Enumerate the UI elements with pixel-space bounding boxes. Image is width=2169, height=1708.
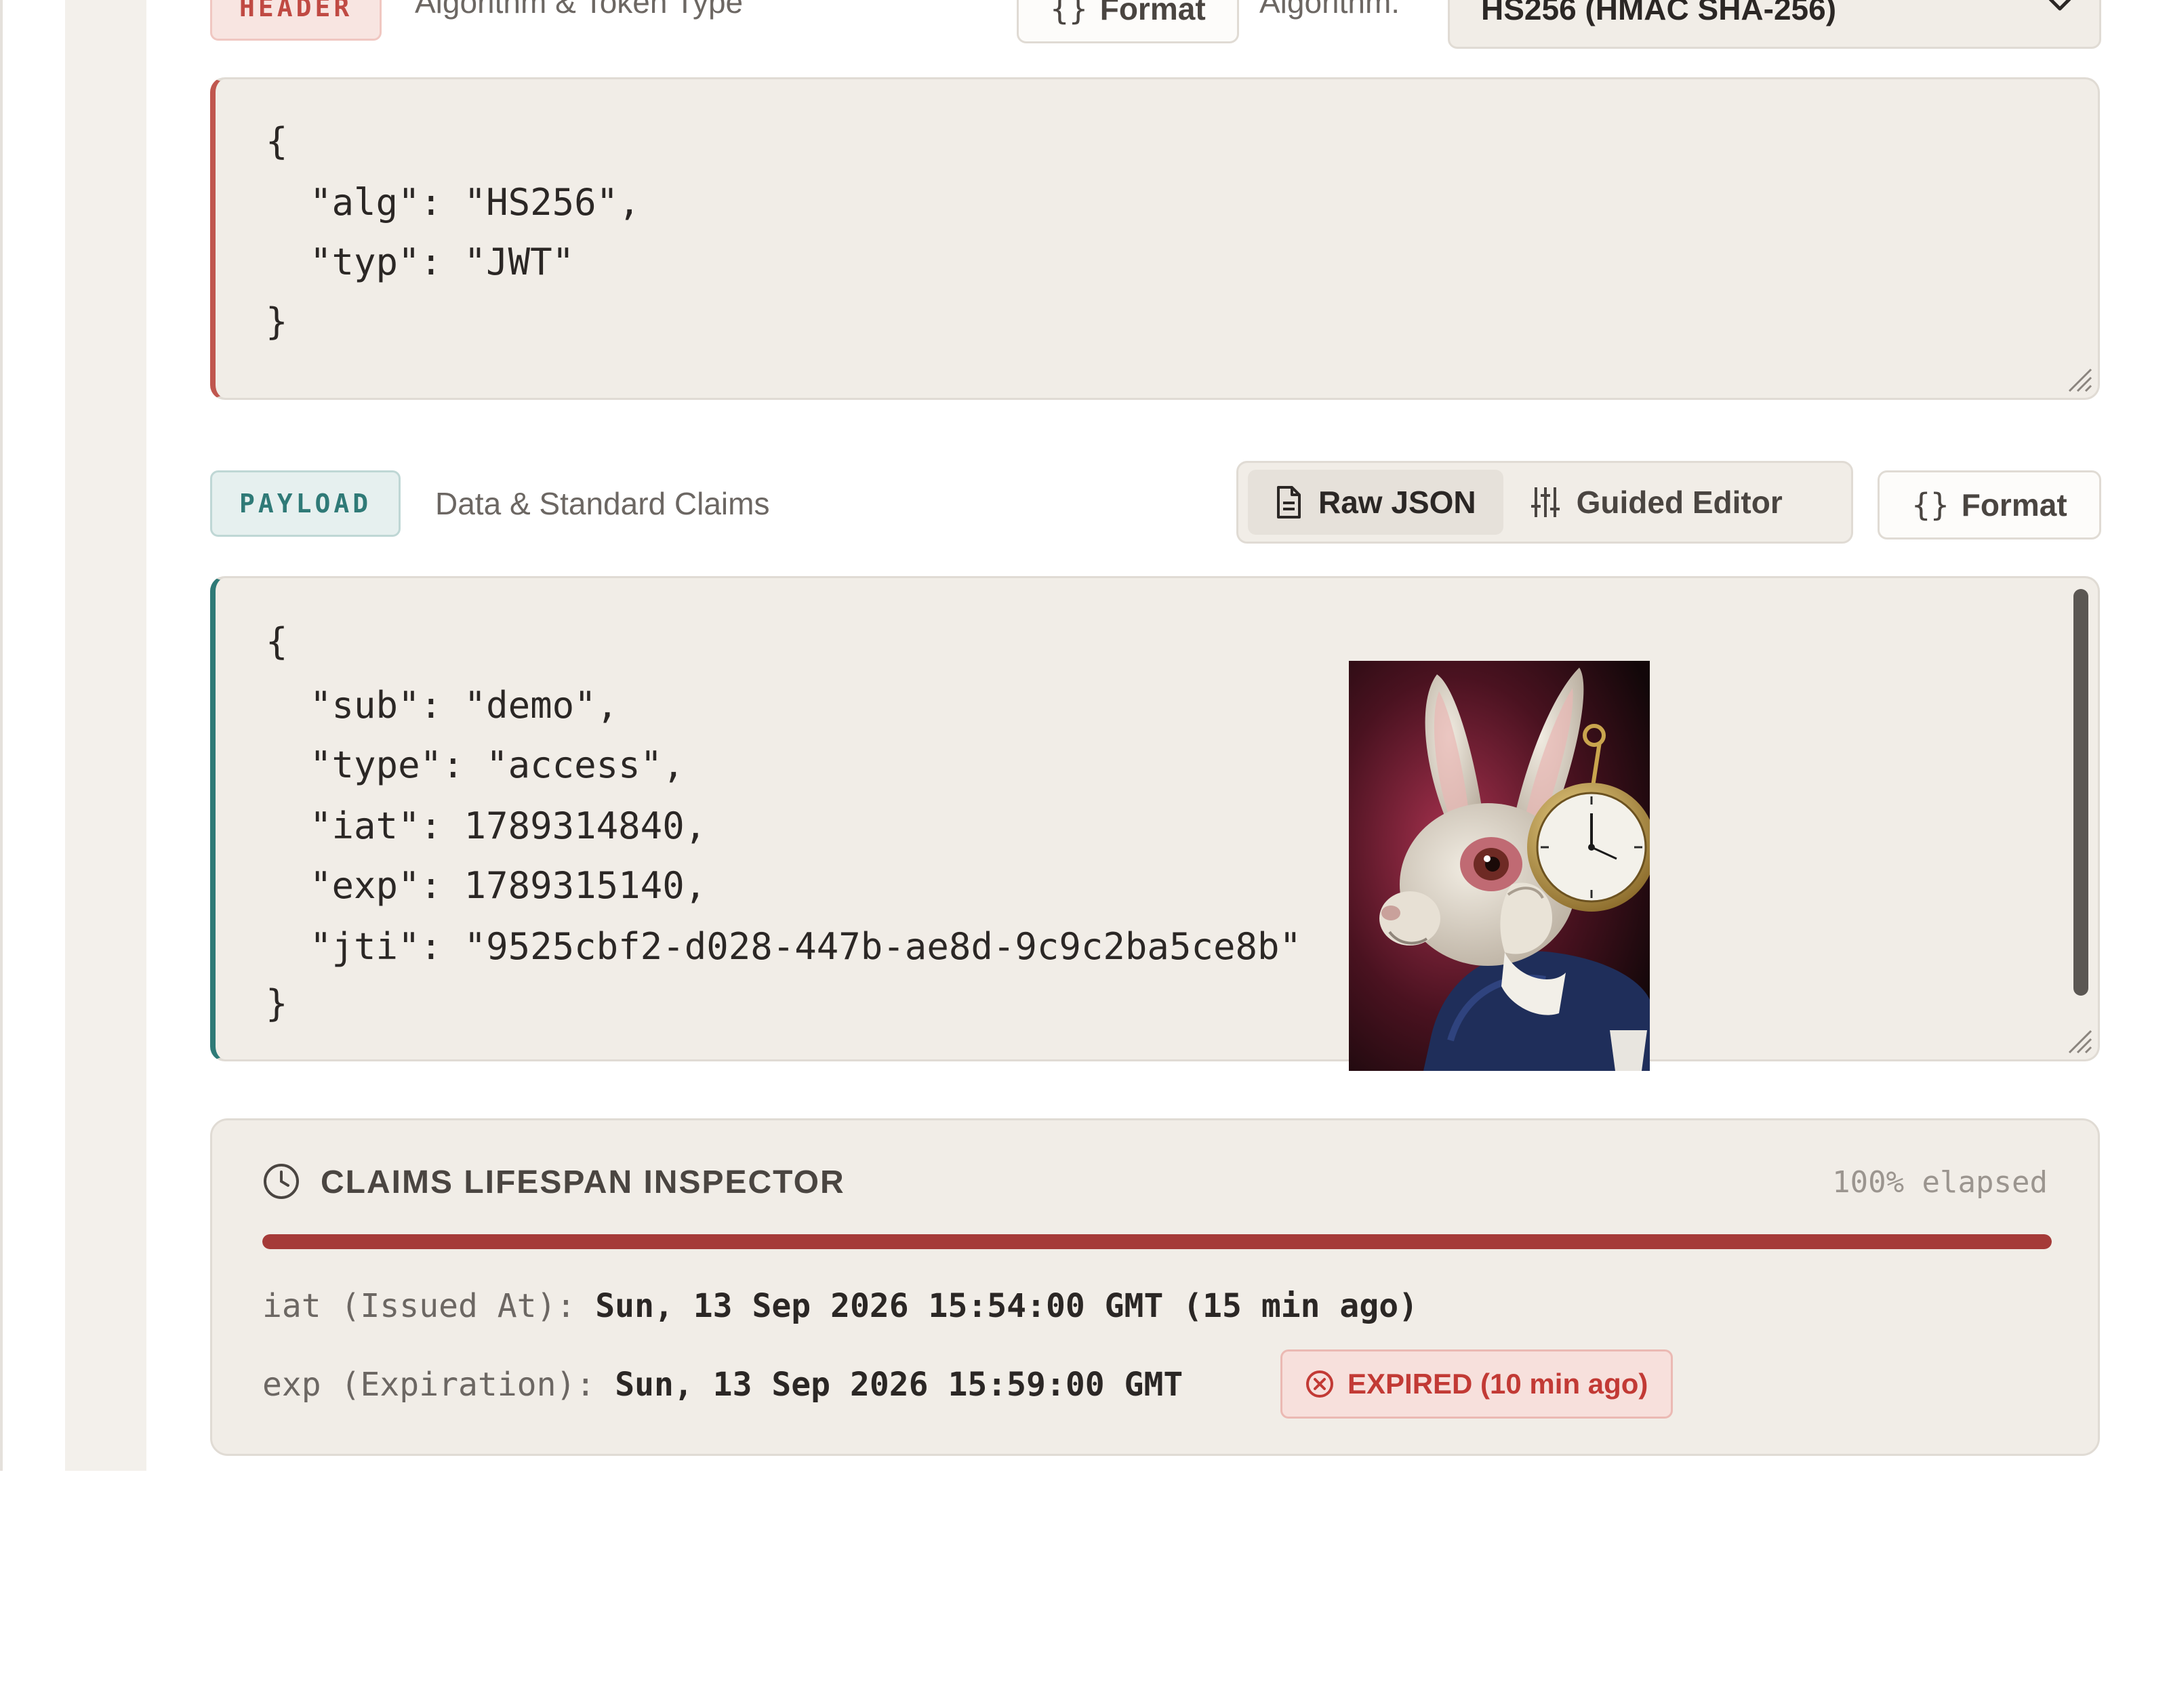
white-rabbit-image — [1349, 661, 1650, 1071]
braces-icon: {} — [1911, 487, 1949, 523]
chevron-down-icon — [2048, 0, 2071, 11]
exp-label: exp (Expiration): — [262, 1366, 596, 1404]
inspector-title: CLAIMS LIFESPAN INSPECTOR — [321, 1164, 845, 1200]
header-code-line: "alg": "HS256", — [266, 181, 641, 224]
clock-icon — [264, 1164, 299, 1199]
payload-mode-toggle: Raw JSON Guided Editor — [1236, 461, 1853, 544]
header-section-toolbar: HEADER Algorithm & Token Type {} Format … — [210, 0, 2101, 81]
left-panel-border — [0, 0, 3, 1471]
payload-code-line: } — [266, 982, 288, 1025]
header-json-editor[interactable]: { "alg": "HS256", "typ": "JWT" } — [210, 77, 2100, 400]
resize-grip-icon[interactable] — [2065, 365, 2092, 392]
raw-json-label: Raw JSON — [1318, 485, 1476, 520]
payload-code-line: { — [266, 620, 288, 663]
payload-json-editor[interactable]: { "sub": "demo", "type": "access", "iat"… — [210, 576, 2100, 1061]
sliders-icon — [1531, 487, 1560, 517]
header-code-line: "typ": "JWT" — [266, 241, 575, 283]
guided-editor-tab[interactable]: Guided Editor — [1503, 470, 1810, 535]
document-icon — [1277, 486, 1301, 518]
header-subtitle: Algorithm & Token Type — [415, 0, 744, 20]
iat-label: iat (Issued At): — [262, 1287, 576, 1325]
payload-code-line: "type": "access", — [266, 744, 685, 786]
exp-value: Sun, 13 Sep 2026 15:59:00 GMT — [615, 1366, 1183, 1404]
lifespan-progress-bar — [262, 1234, 2052, 1249]
header-code-line: } — [266, 300, 288, 343]
guided-editor-label: Guided Editor — [1576, 485, 1783, 520]
header-code-line: { — [266, 120, 288, 163]
payload-code-line: "jti": "9525cbf2-d028-447b-ae8d-9c9c2ba5… — [266, 925, 1302, 968]
header-format-label: Format — [1099, 0, 1206, 26]
expired-badge-label: EXPIRED (10 min ago) — [1347, 1368, 1648, 1400]
elapsed-percentage: 100% elapsed — [1832, 1165, 2048, 1200]
algorithm-select[interactable]: HS256 (HMAC SHA-256) — [1448, 0, 2101, 49]
header-format-button[interactable]: {} Format — [1017, 0, 1239, 43]
payload-code-line: "sub": "demo", — [266, 684, 619, 727]
expired-status-badge: EXPIRED (10 min ago) — [1280, 1349, 1674, 1419]
header-badge: HEADER — [210, 0, 382, 41]
payload-code-line: "exp": 1789315140, — [266, 864, 707, 907]
payload-scrollbar[interactable] — [2073, 589, 2088, 996]
payload-code-line: "iat": 1789314840, — [266, 805, 707, 847]
iat-value: Sun, 13 Sep 2026 15:54:00 GMT (15 min ag… — [595, 1287, 1419, 1325]
payload-section-toolbar: PAYLOAD Data & Standard Claims Raw JSON … — [210, 461, 2101, 552]
exp-claim-row: exp (Expiration): Sun, 13 Sep 2026 15:59… — [262, 1366, 1183, 1404]
resize-grip-icon[interactable] — [2065, 1027, 2092, 1054]
raw-json-tab[interactable]: Raw JSON — [1248, 470, 1503, 535]
x-circle-icon — [1306, 1370, 1333, 1398]
payload-subtitle: Data & Standard Claims — [435, 486, 770, 521]
payload-format-label: Format — [1961, 487, 2067, 523]
braces-icon: {} — [1050, 0, 1088, 27]
payload-badge: PAYLOAD — [210, 470, 401, 537]
algorithm-label: Algorithm: — [1259, 0, 1400, 20]
iat-claim-row: iat (Issued At): Sun, 13 Sep 2026 15:54:… — [262, 1287, 1418, 1325]
lifespan-progress-fill — [262, 1234, 2052, 1249]
algorithm-select-value: HS256 (HMAC SHA-256) — [1481, 0, 1837, 26]
claims-lifespan-inspector: CLAIMS LIFESPAN INSPECTOR 100% elapsed i… — [210, 1118, 2100, 1456]
left-gutter — [65, 0, 146, 1471]
payload-format-button[interactable]: {} Format — [1878, 470, 2101, 540]
